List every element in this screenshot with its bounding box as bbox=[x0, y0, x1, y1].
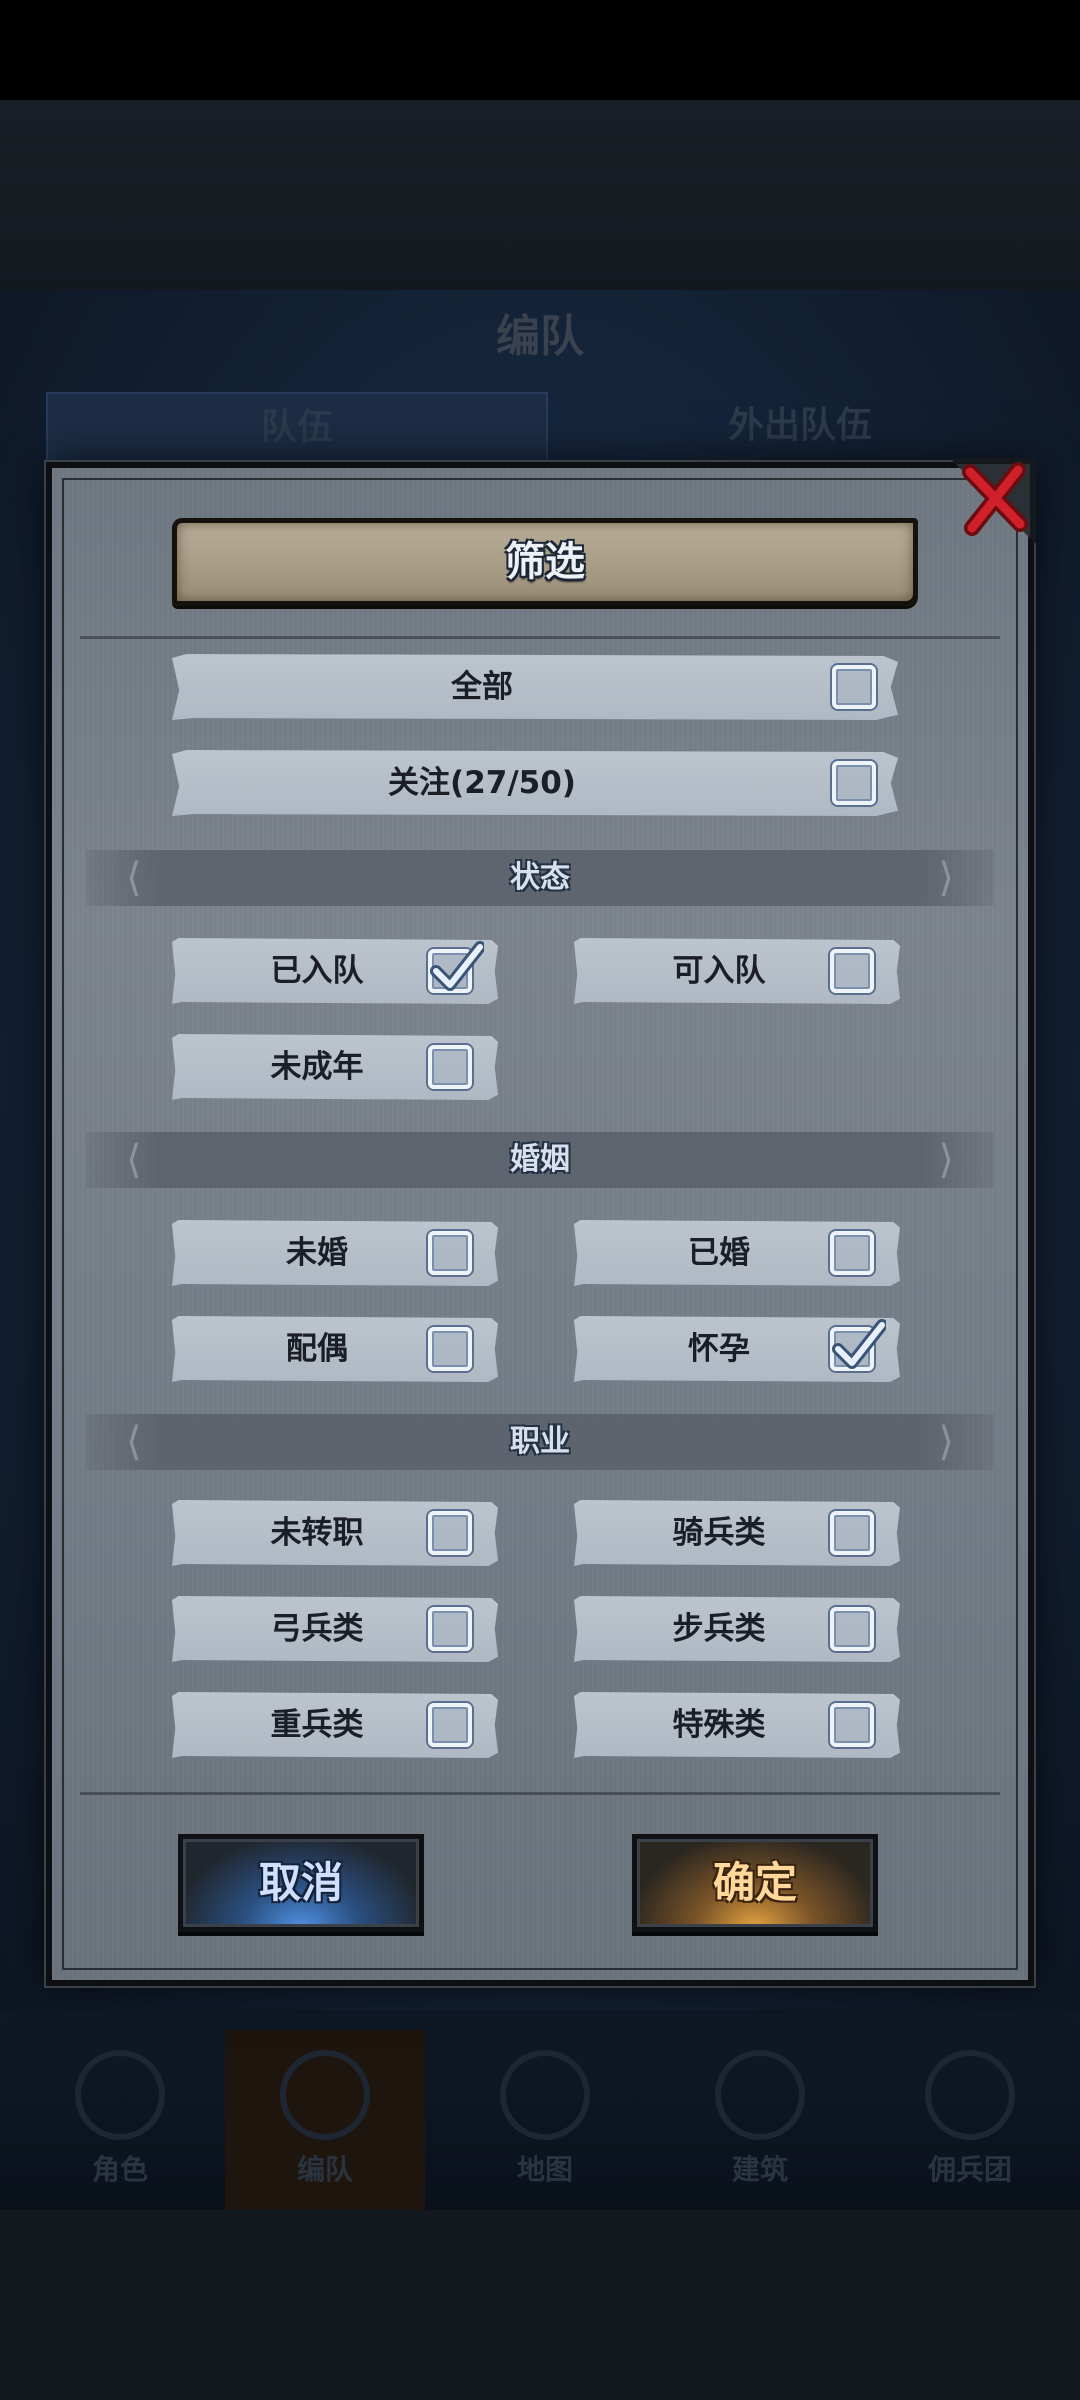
filter-option-spouse[interactable]: 配偶 bbox=[172, 1316, 498, 1382]
cancel-label: 取消 bbox=[258, 1858, 343, 1907]
checkbox[interactable] bbox=[832, 665, 876, 709]
filter-option-heavy[interactable]: 重兵类 bbox=[172, 1692, 498, 1758]
confirm-label: 确定 bbox=[712, 1858, 797, 1907]
nav-item-map: 地图 bbox=[445, 2030, 645, 2210]
option-label: 关注(27/50) bbox=[388, 765, 576, 801]
filter-option-infantry[interactable]: 步兵类 bbox=[574, 1596, 900, 1662]
filter-option-married[interactable]: 已婚 bbox=[574, 1220, 900, 1286]
checkmark-icon bbox=[832, 1319, 886, 1369]
checkbox[interactable] bbox=[428, 941, 484, 993]
section-title: 婚姻 bbox=[510, 1142, 570, 1177]
filter-option-special[interactable]: 特殊类 bbox=[574, 1692, 900, 1758]
divider bbox=[80, 636, 1000, 639]
option-label: 未婚 bbox=[286, 1235, 348, 1271]
checkbox[interactable] bbox=[428, 1045, 472, 1089]
background-tab-outing-team: 外出队伍 bbox=[727, 405, 872, 446]
checkmark-icon bbox=[430, 941, 484, 991]
filter-option-unpromoted[interactable]: 未转职 bbox=[172, 1500, 498, 1566]
checkbox[interactable] bbox=[830, 1607, 874, 1651]
option-label: 特殊类 bbox=[672, 1707, 766, 1743]
checkbox[interactable] bbox=[830, 1511, 874, 1555]
nav-label: 佣兵团 bbox=[927, 2153, 1012, 2186]
nav-label: 地图 bbox=[516, 2153, 573, 2186]
checkbox[interactable] bbox=[832, 761, 876, 805]
filter-option-pregnant[interactable]: 怀孕 bbox=[574, 1316, 900, 1382]
filter-option-all[interactable]: 全部 bbox=[172, 654, 898, 720]
dialog-title: 筛选 bbox=[505, 539, 585, 585]
section-header-class: 职业 bbox=[86, 1414, 994, 1470]
filter-option-minor[interactable]: 未成年 bbox=[172, 1034, 498, 1100]
checkbox[interactable] bbox=[830, 1231, 874, 1275]
option-label: 重兵类 bbox=[270, 1707, 364, 1743]
checkbox[interactable] bbox=[830, 949, 874, 993]
filter-option-archer[interactable]: 弓兵类 bbox=[172, 1596, 498, 1662]
background-bottom-band bbox=[0, 2210, 1080, 2400]
character-icon bbox=[75, 2050, 165, 2140]
cancel-button[interactable]: 取消 bbox=[178, 1834, 424, 1932]
checkbox[interactable] bbox=[428, 1607, 472, 1651]
building-icon bbox=[715, 2050, 805, 2140]
option-label: 骑兵类 bbox=[672, 1515, 766, 1551]
filter-option-favorites[interactable]: 关注(27/50) bbox=[172, 750, 898, 816]
section-header-status: 状态 bbox=[86, 850, 994, 906]
option-label: 怀孕 bbox=[688, 1331, 750, 1367]
filter-option-joined[interactable]: 已入队 bbox=[172, 938, 498, 1004]
option-label: 全部 bbox=[451, 669, 513, 705]
option-label: 步兵类 bbox=[672, 1611, 766, 1647]
confirm-button[interactable]: 确定 bbox=[632, 1834, 878, 1932]
checkbox[interactable] bbox=[428, 1231, 472, 1275]
option-label: 未成年 bbox=[270, 1049, 364, 1085]
background-tab-team: 队伍 bbox=[46, 392, 548, 464]
nav-label: 角色 bbox=[91, 2153, 148, 2186]
filter-option-joinable[interactable]: 可入队 bbox=[574, 938, 900, 1004]
checkbox[interactable] bbox=[428, 1703, 472, 1747]
option-label: 配偶 bbox=[286, 1331, 348, 1367]
section-title: 职业 bbox=[510, 1424, 570, 1459]
sword-icon bbox=[925, 2050, 1015, 2140]
section-title: 状态 bbox=[510, 860, 570, 895]
checkbox[interactable] bbox=[830, 1319, 886, 1371]
section-header-marriage: 婚姻 bbox=[86, 1132, 994, 1188]
dialog-title-plaque: 筛选 bbox=[172, 518, 918, 606]
nav-item-building: 建筑 bbox=[660, 2030, 860, 2210]
checkbox[interactable] bbox=[428, 1327, 472, 1371]
option-label: 弓兵类 bbox=[270, 1611, 364, 1647]
nav-item-mercenary: 佣兵团 bbox=[870, 2030, 1070, 2210]
option-label: 未转职 bbox=[270, 1515, 364, 1551]
background-page-title: 编队 bbox=[496, 311, 584, 362]
checkbox[interactable] bbox=[830, 1703, 874, 1747]
option-label: 已婚 bbox=[688, 1235, 750, 1271]
close-button[interactable] bbox=[950, 458, 1036, 544]
compass-icon bbox=[500, 2050, 590, 2140]
option-label: 可入队 bbox=[672, 953, 766, 989]
nav-item-formation: 编队 bbox=[225, 2030, 425, 2210]
close-x-icon bbox=[950, 458, 1036, 544]
status-bar-area bbox=[0, 0, 1080, 100]
nav-label: 编队 bbox=[296, 2153, 353, 2186]
filter-option-unmarried[interactable]: 未婚 bbox=[172, 1220, 498, 1286]
checkbox[interactable] bbox=[428, 1511, 472, 1555]
nav-item-character: 角色 bbox=[20, 2030, 220, 2210]
knight-helmet-icon bbox=[280, 2050, 370, 2140]
background-header-band bbox=[0, 100, 1080, 290]
divider bbox=[80, 1792, 1000, 1795]
filter-option-cavalry[interactable]: 骑兵类 bbox=[574, 1500, 900, 1566]
nav-label: 建筑 bbox=[731, 2153, 788, 2186]
option-label: 已入队 bbox=[270, 953, 364, 989]
